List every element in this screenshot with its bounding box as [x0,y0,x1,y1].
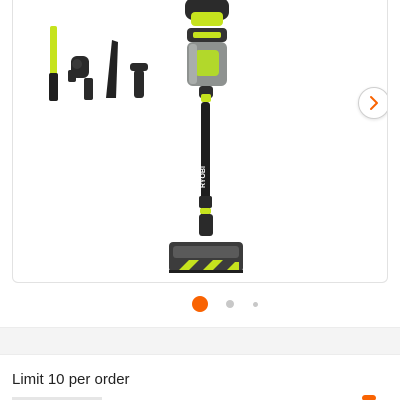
carousel-dots [0,296,400,312]
carousel-dot[interactable] [253,301,258,307]
section-divider [0,327,400,355]
vacuum-product-image[interactable]: RYOBI [13,0,388,283]
product-image-card: RYOBI [12,0,388,283]
next-image-button[interactable] [358,87,387,119]
brand-mark-text: RYOBI [200,166,207,188]
flat-tool-accessory [106,40,118,98]
chevron-right-icon [370,96,378,110]
partial-accent-indicator [362,395,376,400]
dusting-brush-accessory [130,63,148,98]
carousel-dot-active[interactable] [192,296,208,312]
carousel-dot[interactable] [226,300,234,308]
brush-tool-accessory [68,56,93,100]
crevice-tool-accessory [49,26,58,101]
order-limit-text: Limit 10 per order [12,371,130,388]
vacuum-body [169,0,243,273]
